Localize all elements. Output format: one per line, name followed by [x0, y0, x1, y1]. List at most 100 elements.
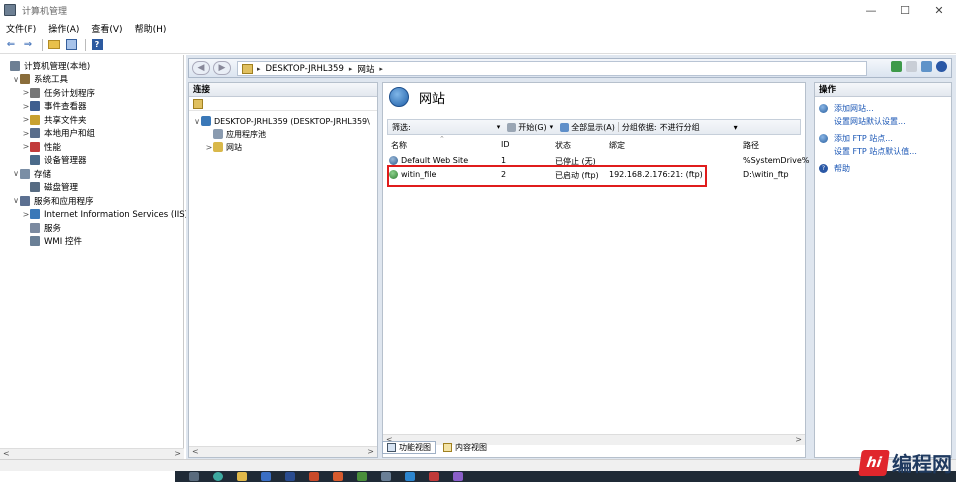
column-path[interactable]: 路径 [743, 140, 759, 151]
forward-nav-button[interactable]: ▶ [213, 61, 231, 75]
tree-item[interactable]: 设备管理器 [22, 154, 87, 167]
taskbar-app-icon[interactable] [285, 472, 295, 481]
chevron-down-icon[interactable]: ∨ [193, 117, 201, 126]
maximize-button[interactable]: ☐ [888, 0, 922, 20]
taskbar-app-icon[interactable] [405, 472, 415, 481]
tree-item[interactable]: ∨ 存储 [12, 167, 51, 180]
column-binding[interactable]: 绑定 [609, 140, 625, 151]
taskbar-app-icon[interactable] [309, 472, 319, 481]
taskbar-app-icon[interactable] [261, 472, 271, 481]
taskbar-app-icon[interactable] [213, 472, 223, 481]
minimize-button[interactable]: — [854, 0, 888, 20]
scroll-right-icon[interactable]: > [367, 447, 374, 456]
tree-item[interactable]: ∨ 服务和应用程序 [12, 194, 94, 207]
home-icon[interactable] [242, 63, 253, 74]
connection-item[interactable]: 应用程序池 [205, 128, 266, 140]
action-label[interactable]: 添加网站... [834, 103, 874, 114]
tree-item-label: 共享文件夹 [44, 115, 87, 126]
action-label[interactable]: 添加 FTP 站点... [834, 133, 893, 144]
menu-help[interactable]: 帮助(H) [135, 22, 167, 35]
watermark-text: 编程网 [892, 452, 952, 476]
horizontal-scrollbar[interactable]: < > [0, 448, 184, 459]
help-icon[interactable] [936, 61, 947, 72]
action-label[interactable]: 帮助 [834, 163, 850, 174]
tree-item[interactable]: 磁盘管理 [22, 181, 78, 194]
tree-item[interactable]: ∨ 系统工具 [12, 73, 68, 86]
tab-label: 功能视图 [399, 442, 431, 452]
scroll-left-icon[interactable]: < [3, 449, 10, 458]
column-id[interactable]: ID [501, 140, 510, 149]
breadcrumb-separator: ▸ [348, 64, 353, 73]
chevron-right-icon[interactable]: > [22, 129, 30, 138]
chevron-down-icon[interactable]: ▾ [497, 123, 501, 131]
scroll-right-icon[interactable]: > [795, 435, 802, 444]
chevron-right-icon[interactable]: > [22, 88, 30, 97]
connect-folder-icon[interactable] [193, 98, 203, 109]
tree-item[interactable]: > 共享文件夹 [22, 113, 87, 126]
group-by-label: 分组依据: [621, 122, 657, 132]
taskbar-app-icon[interactable] [189, 472, 199, 481]
chevron-down-icon[interactable]: ▾ [550, 123, 554, 131]
scroll-right-icon[interactable]: > [174, 449, 181, 458]
column-name[interactable]: 名称 [391, 140, 407, 151]
chevron-right-icon[interactable]: > [22, 115, 30, 124]
connection-item[interactable]: > 网站 [205, 141, 242, 153]
taskbar-app-icon[interactable] [381, 472, 391, 481]
menu-file[interactable]: 文件(F) [6, 22, 36, 35]
group-by-select[interactable]: 不进行分组 ▾ [660, 121, 738, 133]
chevron-down-icon[interactable]: ∨ [12, 169, 20, 178]
filter-input[interactable] [414, 121, 494, 133]
show-all-button[interactable]: 全部显示(A) [560, 122, 615, 133]
chevron-down-icon[interactable]: ∨ [12, 75, 20, 84]
stop-icon[interactable] [906, 61, 917, 72]
tree-item[interactable]: > 性能 [22, 140, 61, 153]
tree-item[interactable]: > Internet Information Services (IIS)管 [22, 208, 196, 221]
tree-item[interactable]: 计算机管理(本地) [2, 59, 90, 72]
help-icon: ? [819, 164, 828, 173]
window-title: 计算机管理 [22, 6, 68, 17]
taskbar-app-icon[interactable] [357, 472, 367, 481]
menu-action[interactable]: 操作(A) [48, 22, 79, 35]
taskbar-app-icon[interactable] [453, 472, 463, 481]
site-stopped-icon [389, 156, 398, 165]
chevron-right-icon[interactable]: > [22, 142, 30, 151]
taskbar-app-icon[interactable] [429, 472, 439, 481]
show-hide-tree-button[interactable] [64, 38, 78, 52]
tree-item[interactable]: > 任务计划程序 [22, 86, 95, 99]
forward-arrow-icon[interactable]: ⇒ [21, 38, 35, 52]
close-button[interactable]: ✕ [922, 0, 956, 20]
website-defaults-action[interactable]: 设置网站默认设置... [834, 116, 906, 127]
start-filter-button[interactable]: 开始(G) [507, 122, 547, 133]
horizontal-scrollbar[interactable]: < > [189, 446, 377, 457]
chevron-down-icon[interactable]: ∨ [12, 196, 20, 205]
connect-icon[interactable] [891, 61, 902, 72]
chevron-right-icon[interactable]: > [205, 143, 213, 152]
help-action[interactable]: ? 帮助 [819, 163, 850, 174]
breadcrumb-server[interactable]: DESKTOP-JRHL359 [266, 64, 344, 74]
toolbar-separator [42, 38, 43, 51]
tree-item[interactable]: > 事件查看器 [22, 100, 87, 113]
tab-content-view[interactable]: 内容视图 [438, 441, 492, 454]
tab-features-view[interactable]: 功能视图 [382, 440, 436, 454]
tree-item[interactable]: WMI 控件 [22, 235, 82, 248]
scroll-left-icon[interactable]: < [192, 447, 199, 456]
tree-item[interactable]: 服务 [22, 221, 61, 234]
menu-view[interactable]: 查看(V) [91, 22, 122, 35]
add-ftp-site-action[interactable]: 添加 FTP 站点... [819, 133, 893, 144]
chevron-right-icon[interactable]: > [22, 210, 30, 219]
back-arrow-icon[interactable]: ⇐ [4, 38, 18, 52]
chevron-right-icon[interactable]: > [22, 102, 30, 111]
taskbar-app-icon[interactable] [333, 472, 343, 481]
breadcrumb-sites[interactable]: 网站 [357, 63, 374, 75]
taskbar-app-icon[interactable] [237, 472, 247, 481]
refresh-icon[interactable] [921, 61, 932, 72]
help-button[interactable]: ? [90, 38, 104, 52]
connection-item[interactable]: ∨ DESKTOP-JRHL359 (DESKTOP-JRHL359\ [193, 115, 370, 127]
up-folder-button[interactable] [47, 38, 61, 52]
highlight-annotation [387, 165, 707, 187]
back-nav-button[interactable]: ◀ [192, 61, 210, 75]
tree-item[interactable]: > 本地用户和组 [22, 127, 95, 140]
column-status[interactable]: 状态 [555, 140, 571, 151]
add-website-action[interactable]: 添加网站... [819, 103, 874, 114]
ftp-defaults-action[interactable]: 设置 FTP 站点默认值... [834, 146, 917, 157]
